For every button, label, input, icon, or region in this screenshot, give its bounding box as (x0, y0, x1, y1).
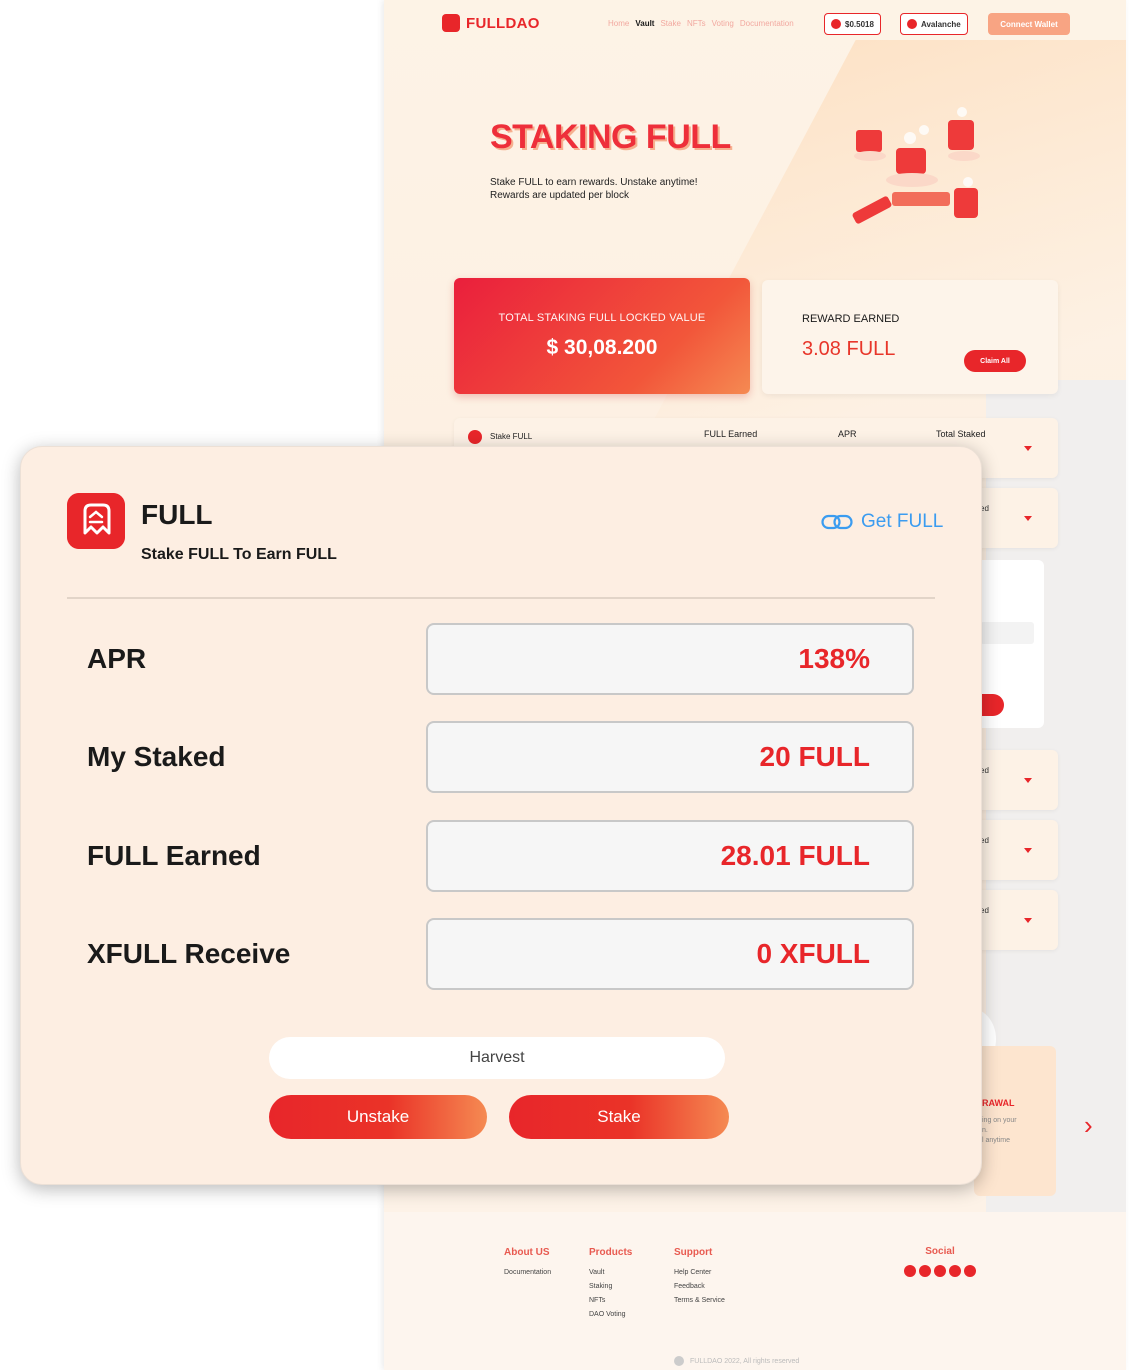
network-name: Avalanche (921, 19, 961, 29)
hero-line-2: Rewards are updated per block (490, 190, 629, 201)
withdrawal-desc: ing on your n. l anytime (982, 1116, 1017, 1146)
nav-vault[interactable]: Vault (635, 19, 654, 28)
copyright-text: FULLDAO 2022, All rights reserved (690, 1357, 800, 1365)
nav-home[interactable]: Home (608, 19, 629, 28)
social-icon[interactable] (919, 1265, 931, 1277)
copyright: FULLDAO 2022, All rights reserved (674, 1356, 799, 1366)
full-token-icon (468, 430, 482, 444)
social-icon[interactable] (964, 1265, 976, 1277)
footer-link[interactable]: Feedback (674, 1280, 725, 1294)
stake-button[interactable]: Stake (509, 1095, 729, 1139)
unstake-button[interactable]: Unstake (269, 1095, 487, 1139)
withdrawal-desc-line: n. (982, 1127, 988, 1134)
full-token-logo-icon (67, 493, 125, 549)
footer-link[interactable]: NFTs (589, 1294, 632, 1308)
top-nav: FULLDAO Home Vault Stake NFTs Voting Doc… (442, 12, 1072, 36)
nav-voting[interactable]: Voting (712, 19, 734, 28)
footer-link[interactable]: Vault (589, 1266, 632, 1280)
footer-link[interactable]: Staking (589, 1280, 632, 1294)
apr-value-box: 138% (426, 623, 914, 695)
stake-amount-input[interactable] (980, 622, 1034, 644)
withdrawal-card: RAWAL ing on your n. l anytime (974, 1046, 1056, 1196)
footer: About US Documentation Products Vault St… (384, 1212, 1126, 1370)
globe-icon (674, 1356, 684, 1366)
price-value: $0.5018 (845, 19, 874, 29)
harvest-button[interactable]: Harvest (269, 1037, 725, 1079)
price-pill[interactable]: $0.5018 (824, 13, 881, 35)
footer-link[interactable]: Documentation (504, 1266, 551, 1280)
reward-card: REWARD EARNED 3.08 FULL Claim All (762, 280, 1058, 394)
reward-label: REWARD EARNED (802, 313, 900, 325)
reward-value: 3.08 FULL (802, 338, 896, 360)
apr-label: APR (87, 643, 147, 674)
nav-documentation[interactable]: Documentation (740, 19, 794, 28)
modal-title: FULL (141, 499, 213, 530)
modal-subtitle: Stake FULL To Earn FULL (141, 546, 337, 563)
my-staked-label: My Staked (87, 741, 226, 772)
social-icon[interactable] (904, 1265, 916, 1277)
expanded-pool-panel: s (974, 560, 1044, 728)
col-apr: APR (838, 429, 857, 439)
footer-social: Social (904, 1246, 976, 1277)
footer-social-title: Social (925, 1246, 955, 1257)
hero-title: STAKING FULL (490, 118, 731, 156)
full-earned-value-box: 28.01 FULL (426, 820, 914, 892)
tvl-card: TOTAL STAKING FULL LOCKED VALUE $ 30,08.… (454, 278, 750, 394)
nav-links: Home Vault Stake NFTs Voting Documentati… (608, 19, 794, 28)
withdrawal-desc-line: l anytime (982, 1137, 1011, 1144)
hero-subtitle: Stake FULL to earn rewards. Unstake anyt… (490, 176, 790, 202)
token-icon (831, 19, 841, 29)
nav-nfts[interactable]: NFTs (687, 19, 706, 28)
link-icon (821, 514, 853, 530)
footer-support-title: Support (674, 1247, 713, 1258)
social-icons (904, 1265, 976, 1277)
modal-divider (67, 597, 935, 599)
footer-about-title: About US (504, 1247, 550, 1258)
brand-name: FULLDAO (466, 14, 540, 32)
tvl-value: $ 30,08.200 (546, 336, 658, 359)
chevron-down-icon[interactable] (1024, 778, 1032, 783)
footer-link[interactable]: Terms & Service (674, 1294, 725, 1308)
chevron-down-icon[interactable] (1024, 848, 1032, 853)
avalanche-icon (907, 19, 917, 29)
chevron-down-icon[interactable] (1024, 516, 1032, 521)
footer-support: Support Help Center Feedback Terms & Ser… (674, 1246, 725, 1308)
chevron-right-icon[interactable]: › (1084, 1110, 1093, 1141)
footer-products-title: Products (589, 1247, 633, 1258)
withdrawal-title: RAWAL (982, 1098, 1015, 1108)
staking-illustration (852, 107, 980, 224)
brand-logo[interactable]: FULLDAO (442, 14, 540, 32)
col-total-staked: Total Staked (936, 429, 986, 439)
get-full-link[interactable]: Get FULL (821, 511, 943, 533)
xfull-receive-label: XFULL Receive (87, 938, 291, 969)
my-staked-value-box: 20 FULL (426, 721, 914, 793)
claim-all-button[interactable]: Claim All (964, 350, 1026, 372)
col-full-earned: FULL Earned (704, 429, 758, 439)
withdrawal-desc-line: ing on your (982, 1117, 1017, 1124)
social-icon[interactable] (934, 1265, 946, 1277)
footer-products: Products Vault Staking NFTs DAO Voting (589, 1246, 632, 1322)
chevron-down-icon[interactable] (1024, 446, 1032, 451)
connect-wallet-button[interactable]: Connect Wallet (988, 13, 1070, 35)
get-full-label: Get FULL (861, 511, 944, 532)
xfull-receive-value-box: 0 XFULL (426, 918, 914, 990)
stake-modal: FULL Stake FULL To Earn FULL Get FULL AP… (20, 446, 982, 1185)
network-pill[interactable]: Avalanche (900, 13, 968, 35)
nav-stake[interactable]: Stake (660, 19, 680, 28)
footer-link[interactable]: Help Center (674, 1266, 725, 1280)
hero-line-1: Stake FULL to earn rewards. Unstake anyt… (490, 177, 698, 188)
full-earned-label: FULL Earned (87, 840, 261, 871)
social-icon[interactable] (949, 1265, 961, 1277)
tvl-label: TOTAL STAKING FULL LOCKED VALUE (498, 312, 706, 324)
col-stake-full: Stake FULL (490, 432, 533, 441)
footer-link[interactable]: DAO Voting (589, 1308, 632, 1322)
footer-about: About US Documentation (504, 1246, 551, 1280)
chevron-down-icon[interactable] (1024, 918, 1032, 923)
fulldao-logo-icon (442, 14, 460, 32)
